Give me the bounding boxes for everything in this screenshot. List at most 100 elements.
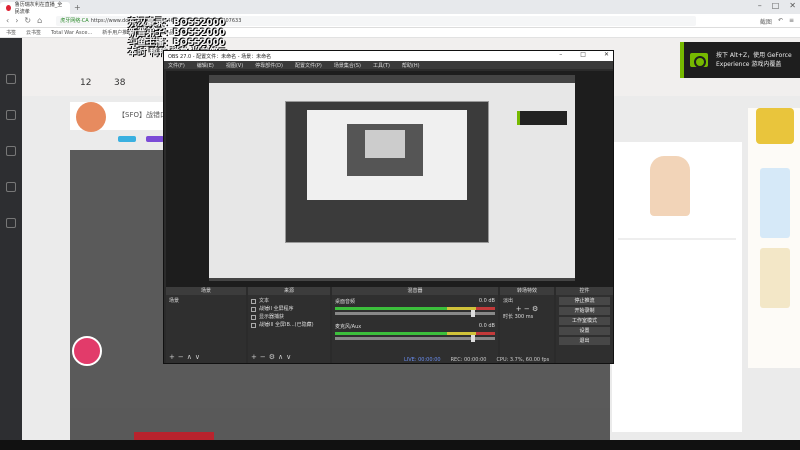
bookmark-item[interactable]: 云书签: [26, 29, 41, 36]
source-label: 战锤II 全屏程序: [259, 306, 294, 312]
secure-label: 虎牙网络·CA: [60, 18, 89, 24]
obs-menu-edit[interactable]: 编辑(E): [197, 62, 214, 69]
nav-live-icon[interactable]: [6, 110, 16, 120]
obs-menu-docks[interactable]: 停靠部件(D): [255, 62, 283, 69]
obs-window: OBS 27.0 - 配置文件：未命名 - 场景：未命名 – □ ✕ 文件(F)…: [163, 50, 614, 364]
game-source-icon: [251, 322, 256, 328]
nav-fish-icon[interactable]: [6, 218, 16, 228]
source-item[interactable]: 战锤II 全屏程序: [251, 305, 327, 313]
browser-tab[interactable]: 鲁历瑞灰利在直播_全民流孝: [0, 2, 70, 15]
obs-minimize-icon[interactable]: –: [559, 51, 562, 58]
settings-button[interactable]: 设置: [559, 327, 610, 335]
obs-menu-profile[interactable]: 配置文件(P): [295, 62, 322, 69]
transition-select[interactable]: 淡出: [503, 297, 551, 305]
taskbar: [0, 440, 800, 450]
nvidia-logo-icon: [690, 53, 708, 68]
nvidia-overlay-toast: 按下 Alt+Z，使用 GeForce Experience 游戏内覆盖: [680, 42, 800, 78]
bookmark-item[interactable]: Total War Asce...: [51, 30, 92, 36]
volume-slider[interactable]: [335, 335, 495, 342]
undo-icon[interactable]: ↶: [778, 17, 783, 26]
anchor-avatar[interactable]: [76, 102, 106, 132]
address-bar-row: ‹ › ↻ ⌂ 虎牙网络·CA https://www.douyu.com/37…: [0, 14, 800, 28]
nav-category-icon[interactable]: [6, 146, 16, 156]
toast-line-1: 按下 Alt+Z，使用 GeForce: [716, 52, 792, 59]
menu-icon[interactable]: ≡: [789, 17, 794, 26]
toast-line-2: Experience 游戏内覆盖: [716, 61, 782, 68]
duration-label: 时长: [503, 314, 514, 320]
activity-float-icon[interactable]: [72, 336, 102, 366]
mixer-track: 麦克风/Aux 0.0 dB: [335, 323, 495, 342]
track-db: 0.0 dB: [478, 323, 495, 329]
scenes-toolbar[interactable]: +−∧∨: [169, 353, 203, 361]
bookmark-item[interactable]: 书签: [6, 29, 16, 36]
screenshot-button[interactable]: 截图: [760, 17, 772, 26]
overlay-line: 东汉豪录：BOSS2000: [128, 18, 226, 28]
maximize-icon[interactable]: □: [772, 1, 780, 10]
exit-button[interactable]: 退出: [559, 337, 610, 345]
minimize-icon[interactable]: –: [758, 1, 762, 10]
tab-title: 鲁历瑞灰利在直播_全民流孝: [14, 2, 63, 15]
refresh-icon[interactable]: ↻: [24, 16, 31, 25]
controls-dock: 控件 停止推流 开始录制 工作室模式 设置 退出: [556, 287, 613, 363]
stop-streaming-button[interactable]: 停止推流: [559, 297, 610, 305]
nested-obs-preview: [285, 101, 489, 243]
duration-field[interactable]: 300 ms: [515, 314, 534, 320]
rec-status: REC: 00:00:00: [450, 357, 487, 363]
promo-card[interactable]: [760, 168, 790, 238]
text-source-icon: [251, 298, 256, 304]
obs-menu-scene-collection[interactable]: 场景集合(S): [334, 62, 361, 69]
fans-badge: [146, 136, 164, 142]
left-nav-rail: [0, 38, 22, 440]
source-label: 战锤III 全屏IB...(已隐藏): [259, 322, 314, 328]
obs-preview[interactable]: [166, 71, 613, 287]
stat-number-2: 38: [114, 78, 126, 88]
bookmarks-bar: 书签 云书签 Total War Asce... 新手用户推荐·最新 金税作品_…: [0, 28, 800, 38]
promo-card-2[interactable]: [760, 248, 790, 308]
new-tab-icon[interactable]: +: [74, 3, 81, 12]
tab-bar: 鲁历瑞灰利在直播_全民流孝 + – □ ✕: [0, 0, 800, 15]
nested-capture-3: [365, 130, 405, 158]
obs-docks: 场景 场景 +−∧∨ 来源 文本 战锤II 全屏程序 显示器捕获 战锤III 全…: [166, 287, 613, 363]
nested-capture-2: [347, 124, 423, 176]
monitor-source-icon: [251, 314, 256, 320]
back-icon[interactable]: ‹: [6, 16, 9, 25]
mascot-image: [650, 156, 690, 216]
window-controls: – □ ✕: [758, 1, 796, 10]
forward-icon[interactable]: ›: [15, 16, 18, 25]
obs-menu-view[interactable]: 视图(V): [226, 62, 243, 69]
obs-window-controls: – □ ✕: [559, 51, 609, 58]
live-status: LIVE: 00:00:00: [404, 357, 441, 363]
source-item[interactable]: 文本: [251, 297, 327, 305]
start-recording-button[interactable]: 开始录制: [559, 307, 610, 315]
sources-toolbar[interactable]: +−⚙∧∨: [251, 353, 294, 361]
obs-statusbar: LIVE: 00:00:00 REC: 00:00:00 CPU: 3.7%, …: [404, 357, 549, 363]
source-item[interactable]: 战锤III 全屏IB...(已隐藏): [251, 321, 327, 329]
obs-menu-file[interactable]: 文件(F): [168, 62, 185, 69]
obs-menubar: 文件(F) 编辑(E) 视图(V) 停靠部件(D) 配置文件(P) 场景集合(S…: [164, 61, 613, 69]
source-label: 显示器捕获: [259, 314, 285, 320]
scene-item[interactable]: 场景: [169, 297, 243, 305]
stat-number: 12: [80, 78, 92, 88]
promo-banner[interactable]: [756, 108, 794, 144]
obs-title: OBS 27.0 - 配置文件：未命名 - 场景：未命名: [168, 53, 272, 60]
transitions-dock: 转场特效 淡出 + − ⚙ 时长 300 ms: [500, 287, 554, 363]
home-icon[interactable]: ⌂: [37, 16, 42, 25]
obs-menu-help[interactable]: 帮助(H): [402, 62, 420, 69]
sources-dock: 来源 文本 战锤II 全屏程序 显示器捕获 战锤III 全屏IB...(已隐藏)…: [248, 287, 330, 363]
track-name: 桌面音频: [335, 299, 356, 305]
volume-slider[interactable]: [335, 310, 495, 317]
source-item[interactable]: 显示器捕获: [251, 313, 327, 321]
obs-close-icon[interactable]: ✕: [604, 51, 609, 58]
obs-menu-tools[interactable]: 工具(T): [373, 62, 390, 69]
nav-home-icon[interactable]: [6, 74, 16, 84]
transition-add-remove[interactable]: + − ⚙: [503, 305, 551, 313]
close-icon[interactable]: ✕: [789, 1, 796, 10]
nav-game-icon[interactable]: [6, 182, 16, 192]
sources-header: 来源: [248, 287, 330, 295]
track-db: 0.0 dB: [478, 298, 495, 304]
scenes-dock: 场景 场景 +−∧∨: [166, 287, 246, 363]
overlay-line: 新晋弟子：BOSS2000: [128, 28, 226, 38]
studio-mode-button[interactable]: 工作室模式: [559, 317, 610, 325]
red-tab-strip: [134, 432, 214, 440]
obs-maximize-icon[interactable]: □: [580, 51, 586, 58]
